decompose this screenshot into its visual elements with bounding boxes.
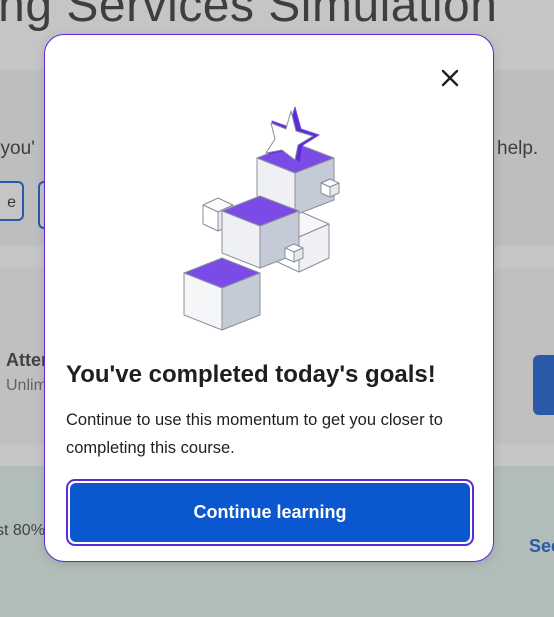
continue-learning-button[interactable]: Continue learning — [70, 483, 470, 542]
close-icon — [441, 69, 459, 87]
close-button[interactable] — [436, 64, 464, 92]
continue-button-focus-ring: Continue learning — [66, 479, 474, 546]
dialog-title: You've completed today's goals! — [66, 361, 436, 388]
dialog-description: Continue to use this momentum to get you… — [66, 411, 443, 457]
goal-complete-dialog: You've completed today's goals! Continue… — [44, 34, 494, 562]
stacked-cubes-star-illustration — [183, 106, 340, 331]
